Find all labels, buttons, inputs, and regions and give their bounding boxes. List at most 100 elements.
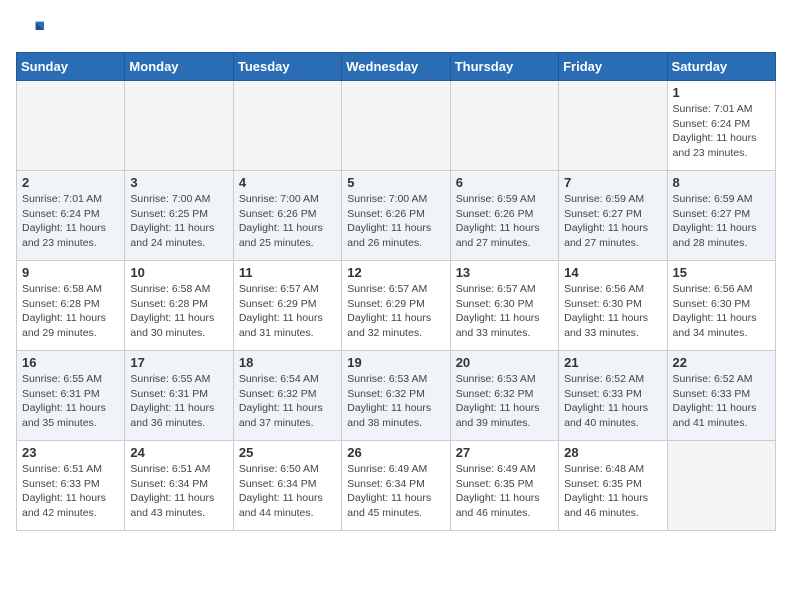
day-info: Sunrise: 6:58 AM Sunset: 6:28 PM Dayligh… — [130, 282, 227, 341]
calendar-cell: 4 Sunrise: 7:00 AM Sunset: 6:26 PM Daylig… — [233, 171, 341, 261]
calendar-table: SundayMondayTuesdayWednesdayThursdayFrid… — [16, 52, 776, 531]
day-number: 4 — [239, 175, 336, 190]
calendar-cell: 10Sunrise: 6:58 AM Sunset: 6:28 PM Dayli… — [125, 261, 233, 351]
day-number: 11 — [239, 265, 336, 280]
day-number: 16 — [22, 355, 119, 370]
day-number: 8 — [673, 175, 770, 190]
logo-icon — [16, 16, 44, 44]
calendar-cell: 14 Sunrise: 6:56 AM Sunset: 6:30 PM Dayli… — [559, 261, 667, 351]
calendar-cell — [450, 81, 558, 171]
day-number: 14 — [564, 265, 661, 280]
day-header-tuesday: Tuesday — [233, 53, 341, 81]
calendar-cell: 19 Sunrise: 6:53 AM Sunset: 6:32 PM Dayli… — [342, 351, 450, 441]
day-info: Sunrise: 6:50 AM Sunset: 6:34 PM Dayligh… — [239, 462, 336, 521]
day-info: Sunrise: 6:59 AM Sunset: 6:26 PM Dayligh… — [456, 192, 553, 251]
calendar-cell: 21 Sunrise: 6:52 AM Sunset: 6:33 PM Dayli… — [559, 351, 667, 441]
calendar-cell: 27 Sunrise: 6:49 AM Sunset: 6:35 PM Dayli… — [450, 441, 558, 531]
calendar-cell: 15 Sunrise: 6:56 AM Sunset: 6:30 PM Dayli… — [667, 261, 775, 351]
day-number: 18 — [239, 355, 336, 370]
calendar-cell: 8 Sunrise: 6:59 AM Sunset: 6:27 PM Daylig… — [667, 171, 775, 261]
day-number: 22 — [673, 355, 770, 370]
logo — [16, 16, 48, 44]
day-number: 24 — [130, 445, 227, 460]
day-number: 17 — [130, 355, 227, 370]
day-number: 13 — [456, 265, 553, 280]
calendar-cell: 22 Sunrise: 6:52 AM Sunset: 6:33 PM Dayli… — [667, 351, 775, 441]
day-number: 7 — [564, 175, 661, 190]
day-info: Sunrise: 6:48 AM Sunset: 6:35 PM Dayligh… — [564, 462, 661, 521]
calendar-cell: 7 Sunrise: 6:59 AM Sunset: 6:27 PM Daylig… — [559, 171, 667, 261]
day-info: Sunrise: 7:00 AM Sunset: 6:26 PM Dayligh… — [347, 192, 444, 251]
day-number: 27 — [456, 445, 553, 460]
calendar-cell — [667, 441, 775, 531]
day-info: Sunrise: 6:56 AM Sunset: 6:30 PM Dayligh… — [673, 282, 770, 341]
day-info: Sunrise: 6:57 AM Sunset: 6:30 PM Dayligh… — [456, 282, 553, 341]
calendar-cell: 12 Sunrise: 6:57 AM Sunset: 6:29 PM Dayli… — [342, 261, 450, 351]
day-info: Sunrise: 6:51 AM Sunset: 6:33 PM Dayligh… — [22, 462, 119, 521]
day-number: 28 — [564, 445, 661, 460]
day-number: 5 — [347, 175, 444, 190]
day-number: 1 — [673, 85, 770, 100]
day-number: 12 — [347, 265, 444, 280]
day-header-monday: Monday — [125, 53, 233, 81]
day-info: Sunrise: 6:49 AM Sunset: 6:34 PM Dayligh… — [347, 462, 444, 521]
day-info: Sunrise: 6:57 AM Sunset: 6:29 PM Dayligh… — [347, 282, 444, 341]
day-number: 26 — [347, 445, 444, 460]
calendar-cell — [125, 81, 233, 171]
day-info: Sunrise: 6:57 AM Sunset: 6:29 PM Dayligh… — [239, 282, 336, 341]
day-info: Sunrise: 6:53 AM Sunset: 6:32 PM Dayligh… — [347, 372, 444, 431]
page-header — [16, 16, 776, 44]
day-number: 9 — [22, 265, 119, 280]
day-info: Sunrise: 6:52 AM Sunset: 6:33 PM Dayligh… — [564, 372, 661, 431]
calendar-week-row: 23 Sunrise: 6:51 AM Sunset: 6:33 PM Dayli… — [17, 441, 776, 531]
day-info: Sunrise: 6:49 AM Sunset: 6:35 PM Dayligh… — [456, 462, 553, 521]
day-number: 25 — [239, 445, 336, 460]
calendar-cell: 28 Sunrise: 6:48 AM Sunset: 6:35 PM Dayli… — [559, 441, 667, 531]
day-info: Sunrise: 6:52 AM Sunset: 6:33 PM Dayligh… — [673, 372, 770, 431]
day-number: 3 — [130, 175, 227, 190]
calendar-cell — [233, 81, 341, 171]
calendar-cell: 23 Sunrise: 6:51 AM Sunset: 6:33 PM Dayli… — [17, 441, 125, 531]
calendar-cell: 5 Sunrise: 7:00 AM Sunset: 6:26 PM Daylig… — [342, 171, 450, 261]
day-number: 15 — [673, 265, 770, 280]
calendar-cell: 20 Sunrise: 6:53 AM Sunset: 6:32 PM Dayli… — [450, 351, 558, 441]
day-info: Sunrise: 7:01 AM Sunset: 6:24 PM Dayligh… — [22, 192, 119, 251]
calendar-cell: 1 Sunrise: 7:01 AM Sunset: 6:24 PM Daylig… — [667, 81, 775, 171]
day-info: Sunrise: 6:59 AM Sunset: 6:27 PM Dayligh… — [564, 192, 661, 251]
day-number: 21 — [564, 355, 661, 370]
day-info: Sunrise: 6:58 AM Sunset: 6:28 PM Dayligh… — [22, 282, 119, 341]
day-info: Sunrise: 6:59 AM Sunset: 6:27 PM Dayligh… — [673, 192, 770, 251]
day-info: Sunrise: 7:00 AM Sunset: 6:25 PM Dayligh… — [130, 192, 227, 251]
day-info: Sunrise: 6:51 AM Sunset: 6:34 PM Dayligh… — [130, 462, 227, 521]
calendar-week-row: 2 Sunrise: 7:01 AM Sunset: 6:24 PM Daylig… — [17, 171, 776, 261]
calendar-cell — [17, 81, 125, 171]
calendar-cell: 17 Sunrise: 6:55 AM Sunset: 6:31 PM Dayli… — [125, 351, 233, 441]
day-number: 6 — [456, 175, 553, 190]
calendar-cell — [559, 81, 667, 171]
day-info: Sunrise: 6:54 AM Sunset: 6:32 PM Dayligh… — [239, 372, 336, 431]
day-info: Sunrise: 7:00 AM Sunset: 6:26 PM Dayligh… — [239, 192, 336, 251]
day-info: Sunrise: 7:01 AM Sunset: 6:24 PM Dayligh… — [673, 102, 770, 161]
calendar-week-row: 9 Sunrise: 6:58 AM Sunset: 6:28 PM Daylig… — [17, 261, 776, 351]
calendar-cell: 13 Sunrise: 6:57 AM Sunset: 6:30 PM Dayli… — [450, 261, 558, 351]
day-header-friday: Friday — [559, 53, 667, 81]
calendar-cell: 18 Sunrise: 6:54 AM Sunset: 6:32 PM Dayli… — [233, 351, 341, 441]
calendar-header-row: SundayMondayTuesdayWednesdayThursdayFrid… — [17, 53, 776, 81]
day-number: 20 — [456, 355, 553, 370]
day-number: 19 — [347, 355, 444, 370]
calendar-cell: 24 Sunrise: 6:51 AM Sunset: 6:34 PM Dayli… — [125, 441, 233, 531]
day-number: 2 — [22, 175, 119, 190]
day-header-wednesday: Wednesday — [342, 53, 450, 81]
day-header-saturday: Saturday — [667, 53, 775, 81]
calendar-cell: 6 Sunrise: 6:59 AM Sunset: 6:26 PM Daylig… — [450, 171, 558, 261]
day-info: Sunrise: 6:55 AM Sunset: 6:31 PM Dayligh… — [130, 372, 227, 431]
calendar-cell: 16Sunrise: 6:55 AM Sunset: 6:31 PM Dayli… — [17, 351, 125, 441]
day-header-thursday: Thursday — [450, 53, 558, 81]
calendar-week-row: 1 Sunrise: 7:01 AM Sunset: 6:24 PM Daylig… — [17, 81, 776, 171]
calendar-cell: 26 Sunrise: 6:49 AM Sunset: 6:34 PM Dayli… — [342, 441, 450, 531]
day-info: Sunrise: 6:53 AM Sunset: 6:32 PM Dayligh… — [456, 372, 553, 431]
day-info: Sunrise: 6:56 AM Sunset: 6:30 PM Dayligh… — [564, 282, 661, 341]
calendar-cell: 25 Sunrise: 6:50 AM Sunset: 6:34 PM Dayli… — [233, 441, 341, 531]
day-number: 23 — [22, 445, 119, 460]
calendar-cell — [342, 81, 450, 171]
